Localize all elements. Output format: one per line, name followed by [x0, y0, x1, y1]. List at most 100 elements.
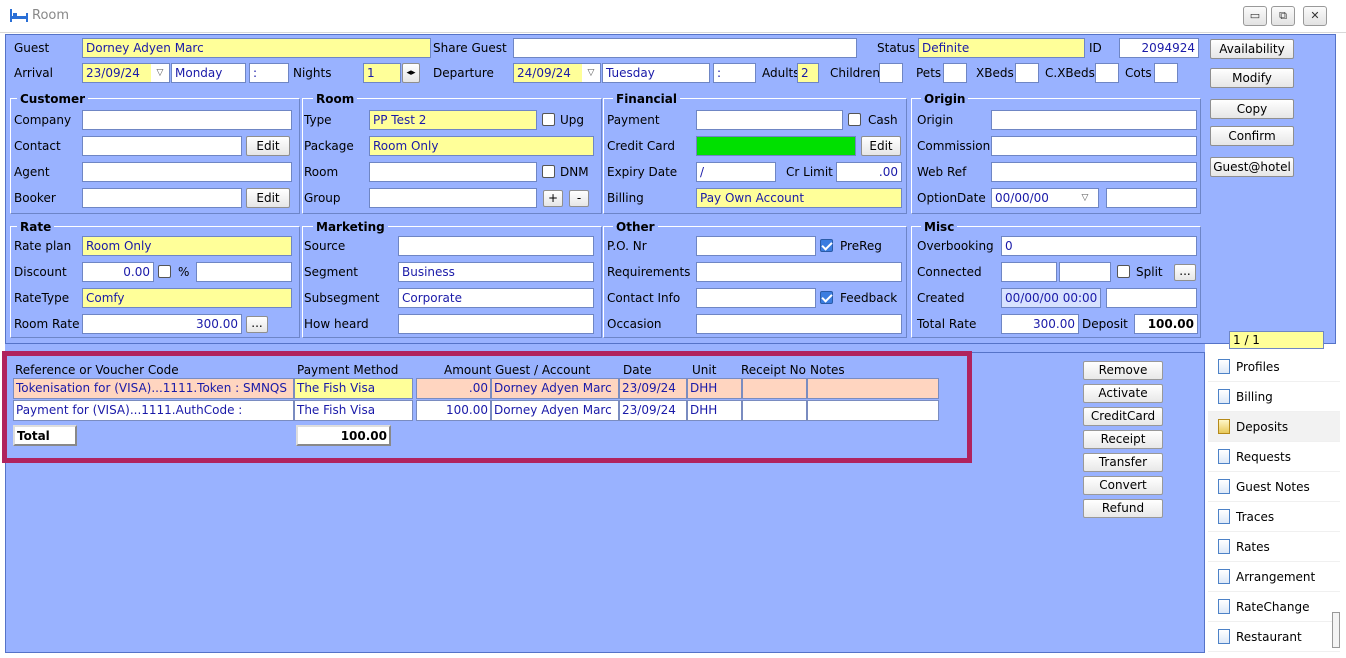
- rate-type-field[interactable]: Comfy: [82, 288, 292, 308]
- room-section-title: Room: [313, 92, 358, 106]
- nights-field[interactable]: 1: [363, 63, 401, 83]
- feedback-checkbox[interactable]: [820, 291, 833, 304]
- package-field[interactable]: Room Only: [369, 136, 594, 156]
- origin-field[interactable]: [991, 110, 1197, 130]
- minimize-button[interactable]: ▭: [1243, 6, 1267, 26]
- cots-field[interactable]: [1154, 63, 1178, 83]
- tab-rates[interactable]: Rates: [1208, 532, 1340, 562]
- document-icon: [1218, 509, 1230, 524]
- tab-restaurant[interactable]: Restaurant: [1208, 622, 1340, 652]
- segment-label: Segment: [304, 265, 358, 279]
- connected-field-2[interactable]: [1059, 262, 1111, 282]
- copy-button[interactable]: Copy: [1210, 99, 1294, 119]
- cr-limit-field[interactable]: .00: [836, 162, 902, 182]
- group-label: Group: [304, 191, 341, 205]
- po-number-field[interactable]: [696, 236, 816, 256]
- cash-checkbox[interactable]: [848, 113, 861, 126]
- tab-deposits[interactable]: Deposits: [1208, 412, 1340, 442]
- tabs-scrollbar[interactable]: [1332, 612, 1340, 648]
- room-type-field[interactable]: PP Test 2: [369, 110, 537, 130]
- expiry-date-field[interactable]: /: [696, 162, 776, 182]
- pets-field[interactable]: [943, 63, 967, 83]
- source-field[interactable]: [398, 236, 594, 256]
- group-remove-button[interactable]: -: [569, 190, 589, 207]
- how-heard-field[interactable]: [398, 314, 594, 334]
- status-field[interactable]: Definite: [918, 38, 1085, 58]
- tab-arrangement[interactable]: Arrangement: [1208, 562, 1340, 592]
- xbeds-field[interactable]: [1015, 63, 1039, 83]
- discount-reason-field[interactable]: [196, 262, 292, 282]
- tab-traces[interactable]: Traces: [1208, 502, 1340, 532]
- tab-guest-notes[interactable]: Guest Notes: [1208, 472, 1340, 502]
- credit-card-edit-button[interactable]: Edit: [861, 136, 901, 156]
- adults-field[interactable]: 2: [797, 63, 819, 83]
- split-checkbox[interactable]: [1117, 265, 1130, 278]
- arrival-time-field[interactable]: :: [249, 63, 289, 83]
- children-field[interactable]: [879, 63, 903, 83]
- created-label: Created: [917, 291, 965, 305]
- rate-section-title: Rate: [17, 220, 55, 234]
- discount-field[interactable]: 0.00: [82, 262, 154, 282]
- prereg-checkbox[interactable]: [820, 239, 833, 252]
- confirm-button[interactable]: Confirm: [1210, 126, 1294, 146]
- option-extra-field[interactable]: [1106, 188, 1197, 208]
- connected-field-1[interactable]: [1001, 262, 1057, 282]
- occasion-field[interactable]: [696, 314, 902, 334]
- room-rate-field[interactable]: 300.00: [82, 314, 242, 334]
- chevron-down-icon[interactable]: ▽: [1076, 189, 1094, 207]
- departure-time-field[interactable]: :: [713, 63, 756, 83]
- modify-button[interactable]: Modify: [1210, 68, 1294, 88]
- dnm-checkbox[interactable]: [542, 165, 555, 178]
- credit-card-field[interactable]: [696, 136, 856, 156]
- guest-field[interactable]: Dorney Adyen Marc: [82, 38, 431, 58]
- payment-field[interactable]: [696, 110, 843, 130]
- connected-more-button[interactable]: ...: [1174, 264, 1196, 281]
- segment-field[interactable]: Business: [398, 262, 594, 282]
- chevron-down-icon[interactable]: ▽: [151, 64, 169, 82]
- tab-ratechange[interactable]: RateChange: [1208, 592, 1340, 622]
- share-guest-field[interactable]: [513, 38, 857, 58]
- web-ref-field[interactable]: [991, 162, 1197, 182]
- upg-checkbox[interactable]: [542, 113, 555, 126]
- commission-field[interactable]: [991, 136, 1197, 156]
- tab-label: Guest Notes: [1236, 480, 1310, 494]
- room-rate-more-button[interactable]: ...: [246, 316, 268, 333]
- credit-card-button[interactable]: CreditCard: [1083, 407, 1163, 426]
- overbooking-field[interactable]: 0: [1001, 236, 1197, 256]
- rate-plan-field[interactable]: Room Only: [82, 236, 292, 256]
- nights-spinner-icon[interactable]: ◂▸: [402, 63, 420, 83]
- close-button[interactable]: ✕: [1303, 6, 1327, 26]
- room-number-field[interactable]: [369, 162, 537, 182]
- contact-info-label: Contact Info: [607, 291, 681, 305]
- remove-button[interactable]: Remove: [1083, 361, 1163, 380]
- agent-field[interactable]: [82, 162, 292, 182]
- tab-requests[interactable]: Requests: [1208, 442, 1340, 472]
- group-field[interactable]: [369, 188, 537, 208]
- contact-info-field[interactable]: [696, 288, 816, 308]
- maximize-button[interactable]: ⧉: [1271, 6, 1295, 26]
- tab-profiles[interactable]: Profiles: [1208, 352, 1340, 382]
- guest-at-hotel-button[interactable]: Guest@hotel: [1210, 157, 1294, 177]
- activate-button[interactable]: Activate: [1083, 384, 1163, 403]
- discount-percent-checkbox[interactable]: [158, 265, 171, 278]
- convert-button[interactable]: Convert: [1083, 476, 1163, 495]
- po-number-label: P.O. Nr: [607, 239, 647, 253]
- subsegment-field[interactable]: Corporate: [398, 288, 594, 308]
- contact-field[interactable]: [82, 136, 242, 156]
- requirements-field[interactable]: [696, 262, 902, 282]
- availability-button[interactable]: Availability: [1210, 39, 1294, 59]
- title-bar: Room ▭ ⧉ ✕: [0, 0, 1346, 33]
- booker-field[interactable]: [82, 188, 242, 208]
- billing-field[interactable]: Pay Own Account: [696, 188, 902, 208]
- booker-edit-button[interactable]: Edit: [246, 188, 290, 208]
- chevron-down-icon[interactable]: ▽: [582, 64, 600, 82]
- type-label: Type: [304, 113, 332, 127]
- receipt-button[interactable]: Receipt: [1083, 430, 1163, 449]
- group-add-button[interactable]: +: [543, 190, 563, 207]
- transfer-button[interactable]: Transfer: [1083, 453, 1163, 472]
- refund-button[interactable]: Refund: [1083, 499, 1163, 518]
- tab-billing[interactable]: Billing: [1208, 382, 1340, 412]
- contact-edit-button[interactable]: Edit: [246, 136, 290, 156]
- cxbeds-field[interactable]: [1095, 63, 1119, 83]
- company-field[interactable]: [82, 110, 292, 130]
